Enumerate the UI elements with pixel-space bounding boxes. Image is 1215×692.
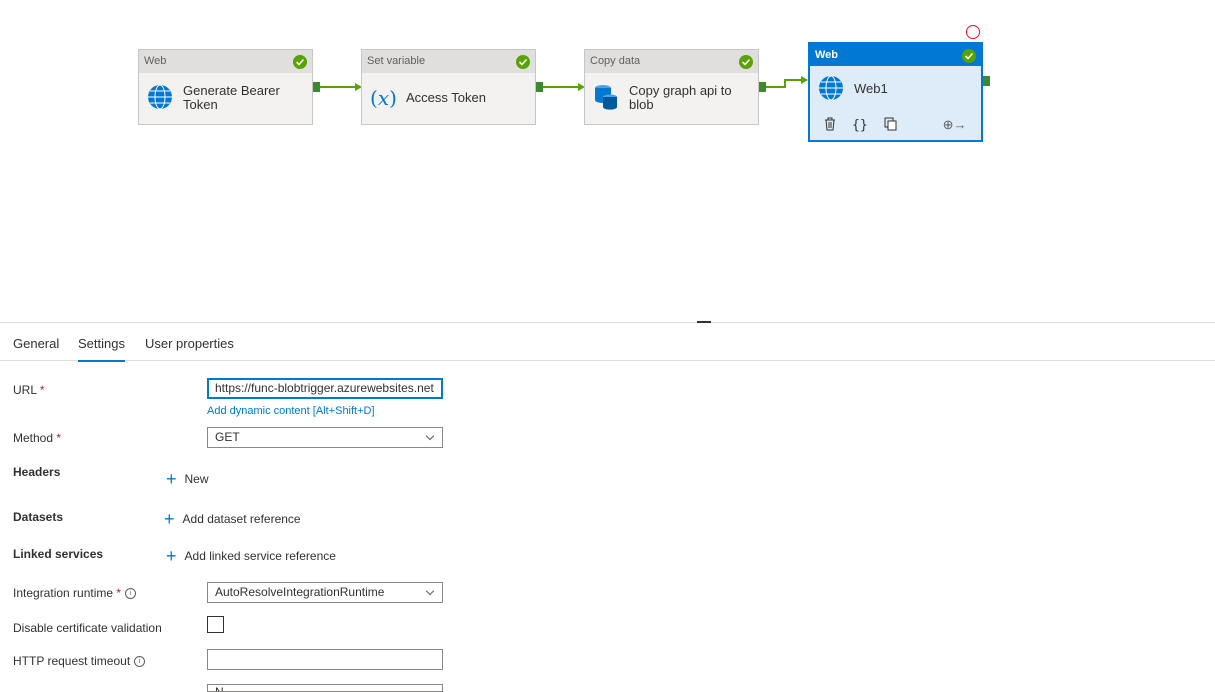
success-check-icon (516, 55, 530, 69)
activity-web1[interactable]: Web Web1 {} ⊕→ (808, 42, 983, 142)
connector-line (543, 86, 578, 88)
connector-line (320, 86, 355, 88)
output-port[interactable] (313, 82, 320, 92)
code-icon[interactable]: {} (852, 118, 868, 133)
activity-type-label: Web (139, 50, 312, 73)
output-port[interactable] (983, 76, 990, 86)
activity-type-label: Copy data (585, 50, 758, 73)
add-output-icon[interactable]: ⊕→ (943, 117, 967, 133)
pipeline-canvas[interactable]: Web Generate Bearer Token Set variable (… (0, 0, 1215, 322)
headers-label: Headers (13, 465, 61, 479)
resize-handle[interactable] (697, 321, 711, 323)
activity-type-label: Set variable (362, 50, 535, 73)
http-timeout-label: HTTP request timeout i (13, 654, 146, 668)
activity-name: Generate Bearer Token (183, 83, 280, 112)
tab-settings[interactable]: Settings (78, 336, 125, 362)
info-icon[interactable]: i (125, 588, 137, 599)
linked-services-label: Linked services (13, 547, 104, 561)
add-icon: + (164, 509, 175, 529)
status-indicator-circle (966, 25, 980, 39)
connector-line (766, 86, 786, 88)
info-icon[interactable]: i (134, 656, 146, 667)
connector-line (784, 79, 801, 81)
integration-runtime-select[interactable]: AutoResolveIntegrationRuntime (207, 582, 443, 603)
activity-copy-graph-api[interactable]: Copy data Copy graph api to blob (584, 49, 759, 125)
http-timeout-input[interactable] (207, 649, 443, 670)
method-select[interactable]: GET (207, 427, 443, 448)
method-label: Method * (13, 431, 62, 445)
pane-divider (0, 322, 1215, 323)
disable-cert-checkbox[interactable] (207, 616, 224, 633)
tab-user-properties[interactable]: User properties (145, 336, 234, 351)
activity-generate-bearer-token[interactable]: Web Generate Bearer Token (138, 49, 313, 125)
output-port[interactable] (536, 82, 543, 92)
output-port[interactable] (759, 82, 766, 92)
add-dynamic-content-link[interactable]: Add dynamic content [Alt+Shift+D] (207, 405, 375, 417)
tab-general[interactable]: General (13, 336, 59, 351)
delete-icon[interactable] (824, 117, 836, 134)
success-check-icon (962, 49, 976, 63)
datasets-label: Datasets (13, 510, 64, 524)
globe-icon (147, 84, 173, 113)
authentication-label-partial (13, 686, 93, 692)
add-linked-service-reference-button[interactable]: + Add linked service reference (166, 546, 336, 566)
disable-cert-label: Disable certificate validation (13, 621, 162, 635)
activity-name: Web1 (854, 81, 888, 96)
properties-tabs: General Settings User properties (0, 324, 1215, 362)
connector-arrow (801, 76, 808, 84)
integration-runtime-label: Integration runtime * i (13, 586, 137, 600)
authentication-select[interactable]: N (207, 684, 443, 692)
activity-name: Access Token (406, 90, 486, 105)
add-icon: + (166, 469, 177, 489)
variable-icon: (x) (370, 86, 397, 110)
activity-type-label: Web (810, 44, 981, 66)
globe-icon (818, 75, 844, 104)
success-check-icon (293, 55, 307, 69)
url-input[interactable]: https://func-blobtrigger.azurewebsites.n… (207, 378, 443, 399)
add-dataset-reference-button[interactable]: + Add dataset reference (164, 509, 301, 529)
add-icon: + (166, 546, 177, 566)
database-icon (593, 83, 619, 114)
url-label: URL * (13, 383, 45, 397)
success-check-icon (739, 55, 753, 69)
headers-new-button[interactable]: + New (166, 469, 209, 489)
activity-access-token[interactable]: Set variable (x) Access Token (361, 49, 536, 125)
activity-name: Copy graph api to blob (629, 83, 732, 112)
activity-toolbar: {} ⊕→ (810, 112, 981, 138)
copy-icon[interactable] (884, 117, 897, 134)
